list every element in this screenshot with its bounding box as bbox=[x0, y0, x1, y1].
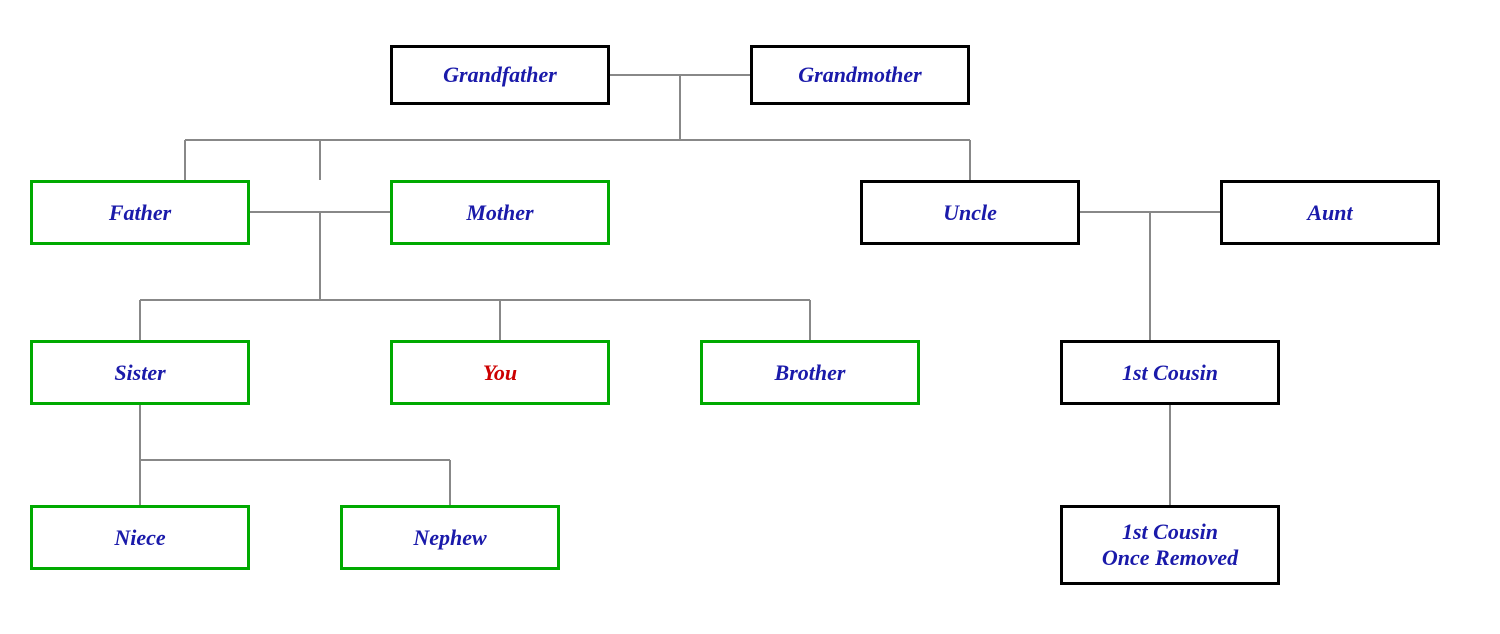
mother-node: Mother bbox=[390, 180, 610, 245]
sister-node: Sister bbox=[30, 340, 250, 405]
niece-node: Niece bbox=[30, 505, 250, 570]
grandmother-node: Grandmother bbox=[750, 45, 970, 105]
first-cousin-removed-node: 1st Cousin Once Removed bbox=[1060, 505, 1280, 585]
grandfather-node: Grandfather bbox=[390, 45, 610, 105]
father-node: Father bbox=[30, 180, 250, 245]
you-node: You bbox=[390, 340, 610, 405]
family-tree: Grandfather Grandmother Father Mother Un… bbox=[0, 0, 1500, 634]
brother-node: Brother bbox=[700, 340, 920, 405]
nephew-node: Nephew bbox=[340, 505, 560, 570]
aunt-node: Aunt bbox=[1220, 180, 1440, 245]
first-cousin-node: 1st Cousin bbox=[1060, 340, 1280, 405]
uncle-node: Uncle bbox=[860, 180, 1080, 245]
